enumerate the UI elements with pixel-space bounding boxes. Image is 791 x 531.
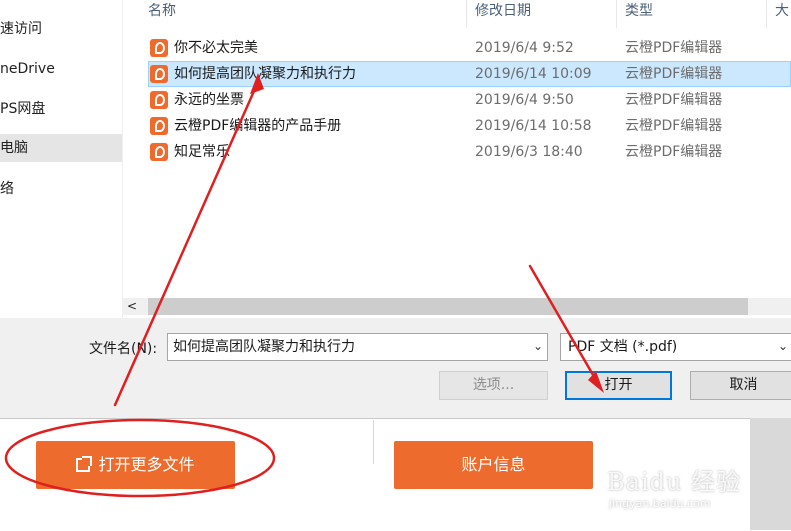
pdf-file-icon (150, 91, 168, 109)
file-type: 云橙PDF编辑器 (625, 92, 723, 108)
filetype-value: PDF 文档 (*.pdf) (568, 339, 678, 355)
cancel-button[interactable]: 取消 (690, 371, 791, 400)
filetype-select[interactable]: PDF 文档 (*.pdf) ⌄ (560, 333, 791, 361)
baidu-watermark: Baidu 经验 (607, 468, 742, 496)
file-list: 名称 修改日期 类型 大 你不必太完美 2019/6/4 9:52 云橙PDF编… (123, 0, 791, 298)
file-name: 知足常乐 (174, 144, 230, 160)
nav-item-wps-cloud[interactable]: PS网盘 (0, 95, 122, 123)
file-name: 如何提高团队凝聚力和执行力 (174, 66, 356, 82)
external-open-icon (76, 456, 93, 472)
horizontal-scrollbar[interactable]: < (123, 298, 791, 315)
file-name: 云橙PDF编辑器的产品手册 (174, 118, 342, 134)
account-info-button[interactable]: 账户信息 (394, 441, 593, 489)
open-more-files-button[interactable]: 打开更多文件 (36, 441, 235, 489)
file-name: 永远的坐票 (174, 92, 244, 108)
pdf-file-icon (150, 117, 168, 135)
panel-divider (373, 420, 374, 464)
pdf-file-icon (150, 65, 168, 83)
nav-item-network[interactable]: 络 (0, 175, 122, 203)
file-date: 2019/6/14 10:58 (475, 118, 592, 134)
filename-label: 文件名(N): (89, 341, 158, 357)
column-header-name[interactable]: 名称 (148, 0, 176, 30)
open-more-files-label: 打开更多文件 (98, 455, 195, 474)
chevron-down-icon[interactable]: ⌄ (777, 339, 789, 353)
scroll-left-icon[interactable]: < (127, 298, 137, 315)
column-divider[interactable] (616, 0, 617, 28)
file-date: 2019/6/4 9:50 (475, 92, 574, 108)
column-header-size[interactable]: 大 (775, 0, 789, 30)
nav-item-quick-access[interactable]: 速访问 (0, 15, 122, 43)
navigation-pane: 速访问 neDrive PS网盘 电脑 络 (0, 0, 122, 320)
file-date: 2019/6/3 18:40 (475, 144, 583, 160)
column-header-date[interactable]: 修改日期 (475, 0, 531, 30)
file-row[interactable]: 你不必太完美 2019/6/4 9:52 云橙PDF编辑器 (148, 35, 791, 61)
nav-item-this-pc[interactable]: 电脑 (0, 134, 122, 162)
pdf-file-icon (150, 39, 168, 57)
watermark-url: jingyan.baidu.com (609, 497, 711, 510)
file-row[interactable]: 知足常乐 2019/6/3 18:40 云橙PDF编辑器 (148, 139, 791, 165)
file-date: 2019/6/14 10:09 (475, 66, 592, 82)
pdf-file-icon (150, 143, 168, 161)
file-type: 云橙PDF编辑器 (625, 118, 723, 134)
file-type: 云橙PDF编辑器 (625, 40, 723, 56)
chevron-down-icon[interactable]: ⌄ (532, 339, 544, 353)
nav-item-onedrive[interactable]: neDrive (0, 55, 122, 83)
column-header-type[interactable]: 类型 (625, 0, 653, 30)
file-name: 你不必太完美 (174, 40, 258, 56)
file-date: 2019/6/4 9:52 (475, 40, 574, 56)
filename-combobox[interactable]: 如何提高团队凝聚力和执行力 ⌄ (167, 333, 548, 361)
options-button[interactable]: 选项... (439, 371, 548, 400)
file-type: 云橙PDF编辑器 (625, 66, 723, 82)
filename-input[interactable]: 如何提高团队凝聚力和执行力 (173, 334, 355, 360)
column-divider[interactable] (466, 0, 467, 28)
file-type: 云橙PDF编辑器 (625, 144, 723, 160)
column-divider[interactable] (766, 0, 767, 28)
file-row[interactable]: 云橙PDF编辑器的产品手册 2019/6/14 10:58 云橙PDF编辑器 (148, 113, 791, 139)
file-row-selected[interactable]: 如何提高团队凝聚力和执行力 2019/6/14 10:09 云橙PDF编辑器 (148, 61, 791, 87)
background-area (750, 418, 791, 530)
scrollbar-thumb[interactable] (148, 298, 748, 315)
file-row[interactable]: 永远的坐票 2019/6/4 9:50 云橙PDF编辑器 (148, 87, 791, 113)
open-button[interactable]: 打开 (565, 371, 672, 400)
